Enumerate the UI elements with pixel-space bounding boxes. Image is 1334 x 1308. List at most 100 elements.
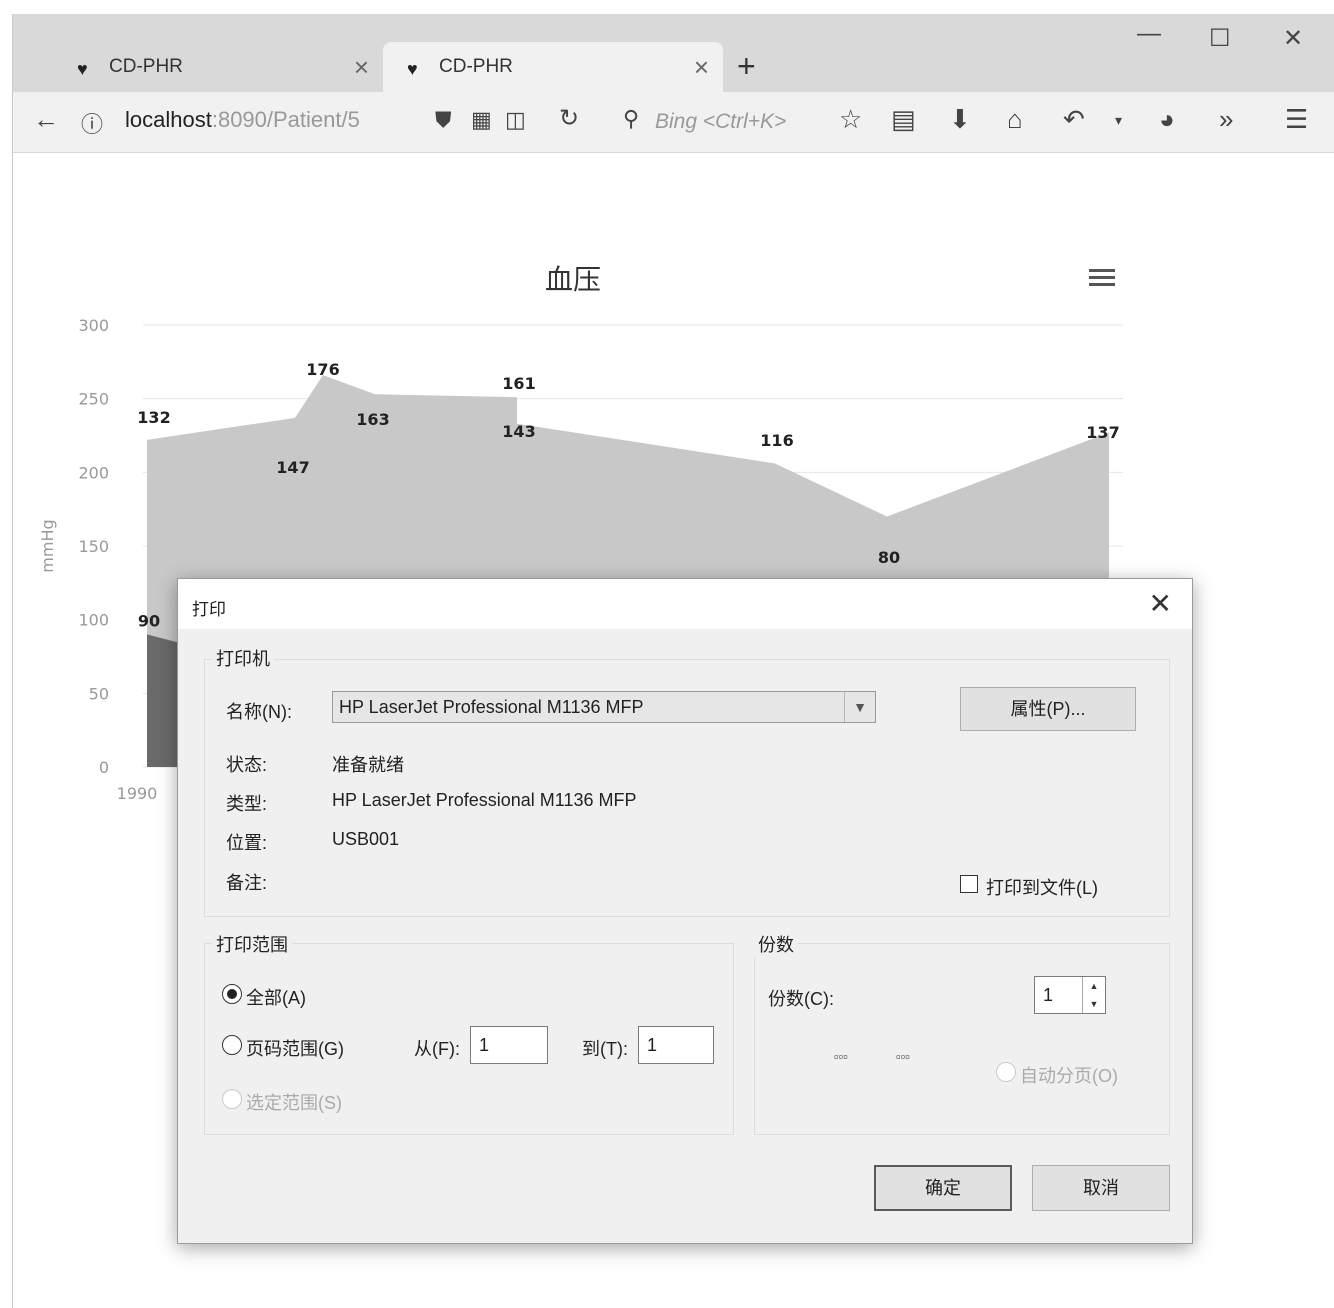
tab-label: CD-PHR <box>109 56 183 77</box>
type-label: 类型: <box>226 794 268 814</box>
name-label: 名称(N): <box>226 702 292 722</box>
ok-button-label: 确定 <box>925 1178 961 1198</box>
from-label: 从(F): <box>414 1039 460 1059</box>
close-window-button[interactable]: ✕ <box>1283 24 1303 53</box>
cancel-button[interactable]: 取消 <box>1032 1165 1170 1211</box>
spin-down-icon[interactable]: ▼ <box>1082 995 1105 1013</box>
y-axis-label: mmHg <box>38 519 57 572</box>
tab-cd-phr-1[interactable]: ♥ CD-PHR × <box>33 42 383 92</box>
data-label: 116 <box>760 431 793 450</box>
data-label: 176 <box>306 360 339 379</box>
palette-icon[interactable]: ◕ <box>1159 104 1175 135</box>
data-label: 90 <box>138 611 160 630</box>
spin-up-icon[interactable]: ▲ <box>1082 977 1105 995</box>
print-to-file-checkbox[interactable] <box>960 875 978 893</box>
to-page-value: 1 <box>647 1035 658 1055</box>
printer-name-select[interactable]: HP LaserJet Professional M1136 MFP ▼ <box>332 691 876 723</box>
collate-pages-icon: ▫▫▫ <box>896 1049 910 1064</box>
status-label: 状态: <box>226 755 268 775</box>
collate-checkbox[interactable] <box>996 1062 1016 1082</box>
from-page-input[interactable]: 1 <box>470 1026 548 1064</box>
tab-label: CD-PHR <box>439 56 513 77</box>
y-tick-label: 250 <box>78 390 109 409</box>
properties-button-label: 属性(P)... <box>1010 699 1086 719</box>
y-tick-label: 300 <box>78 316 109 335</box>
properties-button[interactable]: 属性(P)... <box>960 687 1136 731</box>
copies-label: 份数(C): <box>768 989 834 1009</box>
copies-value: 1 <box>1043 985 1054 1005</box>
bookmark-star-icon[interactable]: ☆ <box>839 104 862 135</box>
reader-icon[interactable]: ◫ <box>505 107 526 133</box>
search-placeholder: Bing <Ctrl+K> <box>655 110 787 133</box>
x-tick-label: 1990 <box>117 784 158 803</box>
printer-group-label: 打印机 <box>212 645 274 671</box>
data-label: 137 <box>1086 423 1119 442</box>
range-selection-radio[interactable] <box>222 1089 242 1109</box>
clipboard-icon[interactable]: ▤ <box>891 104 916 135</box>
y-tick-label: 150 <box>78 537 109 556</box>
tab-close-icon[interactable]: × <box>694 52 709 83</box>
shield-icon[interactable]: ⛊ <box>435 107 452 133</box>
location-value: USB001 <box>332 829 400 849</box>
url-path: :8090/Patient/5 <box>211 107 360 132</box>
y-tick-label: 0 <box>99 758 109 777</box>
dialog-title: 打印 <box>192 600 226 619</box>
copies-stepper[interactable]: 1 ▲ ▼ <box>1034 976 1106 1014</box>
collate-label: 自动分页(O) <box>1020 1066 1118 1086</box>
range-all-label: 全部(A) <box>246 988 306 1008</box>
to-label: 到(T): <box>582 1039 628 1059</box>
cancel-button-label: 取消 <box>1083 1178 1119 1198</box>
undo-icon[interactable]: ↶ <box>1063 104 1085 135</box>
heart-icon: ♥ <box>77 59 88 79</box>
tab-close-icon[interactable]: × <box>354 52 369 83</box>
print-range-group-label: 打印范围 <box>212 931 292 957</box>
collate-pages-icon: ▫▫▫ <box>834 1049 848 1064</box>
chart-menu-icon[interactable] <box>1089 265 1115 291</box>
search-icon: ⚲ <box>623 106 640 131</box>
printer-name-value: HP LaserJet Professional M1136 MFP <box>339 697 644 717</box>
menu-icon[interactable]: ☰ <box>1285 104 1308 135</box>
data-label: 147 <box>276 458 309 477</box>
overflow-icon[interactable]: » <box>1219 104 1233 135</box>
y-tick-label: 200 <box>78 463 109 482</box>
chart-title: 血压 <box>545 263 601 296</box>
data-label: 163 <box>356 410 389 429</box>
range-pages-label: 页码范围(G) <box>246 1039 344 1059</box>
url-bar[interactable]: localhost:8090/Patient/5 <box>125 107 360 133</box>
data-label: 161 <box>502 374 535 393</box>
data-label: 132 <box>137 408 170 427</box>
range-pages-radio[interactable] <box>222 1035 242 1055</box>
data-label: 143 <box>502 422 535 441</box>
dropdown-icon[interactable]: ▾ <box>1115 112 1122 129</box>
search-box[interactable]: ⚲ Bing <Ctrl+K> <box>617 100 821 142</box>
reload-icon[interactable]: ↻ <box>559 104 579 133</box>
minimize-button[interactable]: — <box>1137 20 1161 48</box>
heart-icon: ♥ <box>407 59 418 79</box>
new-tab-button[interactable]: + <box>737 48 756 85</box>
back-arrow-icon[interactable]: ← <box>33 104 59 135</box>
url-host: localhost <box>125 107 212 132</box>
data-label: 80 <box>878 548 900 567</box>
maximize-button[interactable]: ☐ <box>1209 24 1231 53</box>
from-page-value: 1 <box>479 1035 490 1055</box>
range-selection-label: 选定范围(S) <box>246 1093 342 1113</box>
chevron-down-icon[interactable]: ▼ <box>844 692 875 722</box>
navigation-bar: ← ⓘ localhost:8090/Patient/5 ⛊ ▦ ◫ ↻ ⚲ B… <box>13 92 1334 153</box>
to-page-input[interactable]: 1 <box>638 1026 714 1064</box>
download-icon[interactable]: ⬇ <box>949 104 971 135</box>
qr-code-icon[interactable]: ▦ <box>471 107 492 133</box>
tab-cd-phr-2[interactable]: ♥ CD-PHR × <box>383 42 723 92</box>
print-to-file-label: 打印到文件(L) <box>986 878 1098 898</box>
ok-button[interactable]: 确定 <box>874 1165 1012 1211</box>
page-content: 血压 0 50 100 150 200 250 300 mmHg 1990 132 147 176 163… <box>13 153 1334 1308</box>
dialog-close-icon[interactable]: ✕ <box>1149 587 1172 620</box>
info-icon[interactable]: ⓘ <box>81 107 103 139</box>
tab-bar: ♥ CD-PHR × ♥ CD-PHR × + — ☐ ✕ <box>13 14 1334 92</box>
comment-label: 备注: <box>226 873 268 893</box>
home-icon[interactable]: ⌂ <box>1007 104 1023 135</box>
location-label: 位置: <box>226 833 268 853</box>
range-all-radio[interactable] <box>222 984 242 1004</box>
area-series-diastolic <box>147 634 181 767</box>
browser-window: ♥ CD-PHR × ♥ CD-PHR × + — ☐ ✕ ← ⓘ localh… <box>12 14 1334 1308</box>
status-value: 准备就绪 <box>332 755 404 775</box>
